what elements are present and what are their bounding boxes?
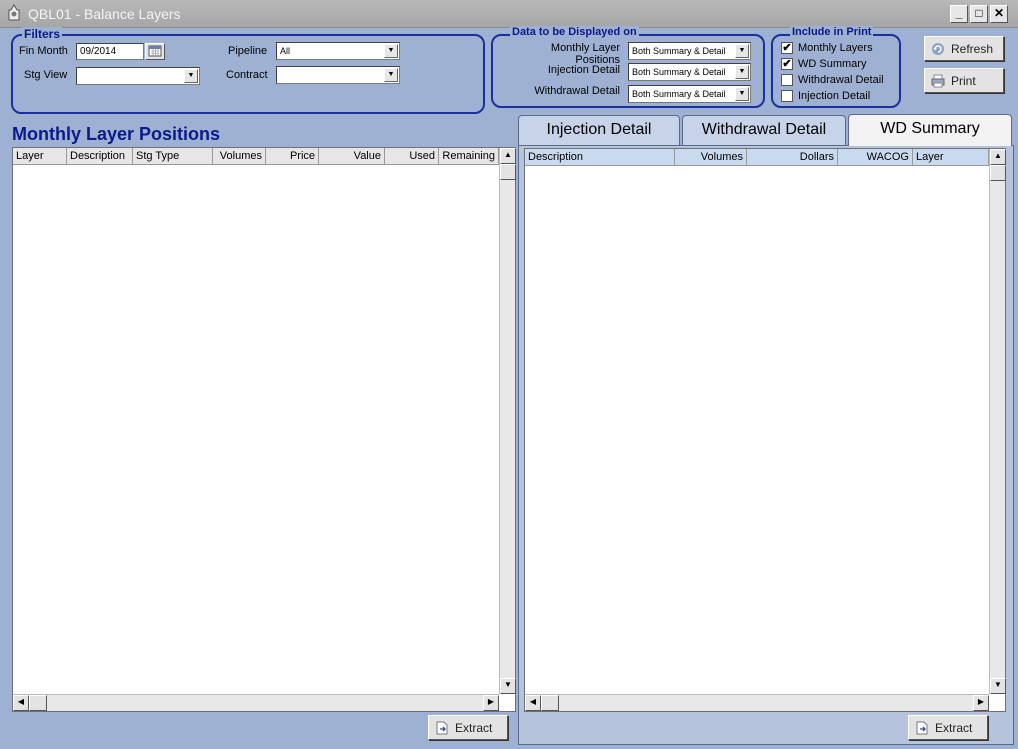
col-used[interactable]: Used xyxy=(385,148,439,165)
scroll-right-icon[interactable]: ▶ xyxy=(483,695,499,711)
contract-select[interactable]: ▼ xyxy=(276,66,400,84)
filters-group-title: Filters xyxy=(22,27,63,41)
display-injection-label: Injection Detail xyxy=(547,64,620,76)
print-withdrawal-detail-label: Withdrawal Detail xyxy=(798,74,884,86)
calendar-button[interactable] xyxy=(145,43,165,60)
print-wd-summary-checkbox[interactable]: ✔ xyxy=(781,58,793,70)
col-remaining[interactable]: Remaining xyxy=(439,148,499,165)
calendar-icon xyxy=(148,45,162,57)
title-bar[interactable]: QBL01 - Balance Layers _ □ ✕ xyxy=(0,0,1018,28)
display-monthly-select[interactable]: Both Summary & Detail ▼ xyxy=(628,42,751,60)
scroll-right-icon[interactable]: ▶ xyxy=(973,695,989,711)
fin-month-label: Fin Month xyxy=(19,45,68,57)
print-injection-detail-label: Injection Detail xyxy=(798,90,871,102)
pipeline-label: Pipeline xyxy=(228,45,268,57)
display-withdrawal-label: Withdrawal Detail xyxy=(534,85,620,97)
display-injection-select[interactable]: Both Summary & Detail ▼ xyxy=(628,63,751,81)
chevron-down-icon[interactable]: ▼ xyxy=(384,68,398,82)
chevron-down-icon[interactable]: ▼ xyxy=(184,69,198,83)
monthly-layer-grid[interactable]: Layer Description Stg Type Volumes Price… xyxy=(12,147,516,712)
refresh-icon xyxy=(932,43,944,55)
app-icon xyxy=(8,4,20,21)
col-value[interactable]: Value xyxy=(319,148,385,165)
contract-label: Contract xyxy=(226,69,268,81)
print-group-title: Include in Print xyxy=(790,26,874,38)
scroll-up-icon[interactable]: ▲ xyxy=(990,149,1006,165)
display-monthly-label: Monthly Layer Positions xyxy=(550,42,620,66)
print-wd-summary-label: WD Summary xyxy=(798,58,867,70)
stg-view-label: Stg View xyxy=(24,69,68,81)
wd-summary-grid[interactable]: Description Volumes Dollars WACOG Layer … xyxy=(524,148,1006,712)
print-label: Print xyxy=(951,74,976,88)
col-dollars[interactable]: Dollars xyxy=(747,149,838,166)
col-volumes[interactable]: Volumes xyxy=(213,148,266,165)
fin-month-input[interactable]: 09/2014 xyxy=(76,43,144,60)
left-extract-button[interactable]: Extract xyxy=(428,715,508,740)
col-volumes[interactable]: Volumes xyxy=(675,149,747,166)
refresh-button[interactable]: Refresh xyxy=(924,36,1004,61)
refresh-label: Refresh xyxy=(951,42,994,56)
scroll-down-icon[interactable]: ▼ xyxy=(500,678,516,694)
window-title: QBL01 - Balance Layers xyxy=(28,6,181,22)
left-horizontal-scrollbar[interactable]: ◀ ▶ xyxy=(13,694,499,711)
stg-view-select[interactable]: ▼ xyxy=(76,67,200,85)
scroll-left-icon[interactable]: ◀ xyxy=(525,695,541,711)
document-export-icon xyxy=(436,721,448,735)
col-layer[interactable]: Layer xyxy=(13,148,67,165)
scroll-left-icon[interactable]: ◀ xyxy=(13,695,29,711)
display-group-title: Data to be Displayed on xyxy=(510,26,639,38)
tab-injection-detail[interactable]: Injection Detail xyxy=(518,115,680,145)
display-withdrawal-value: Both Summary & Detail xyxy=(632,89,726,99)
tab-withdrawal-detail[interactable]: Withdrawal Detail xyxy=(682,115,846,145)
scroll-thumb[interactable] xyxy=(29,695,47,711)
print-monthly-layers-checkbox[interactable]: ✔ xyxy=(781,42,793,54)
close-button[interactable]: ✕ xyxy=(990,5,1008,23)
tab-wd-summary[interactable]: WD Summary xyxy=(848,114,1012,146)
extract-label: Extract xyxy=(935,721,973,735)
scroll-thumb[interactable] xyxy=(541,695,559,711)
left-vertical-scrollbar[interactable]: ▲ ▼ xyxy=(499,148,516,694)
col-layer[interactable]: Layer xyxy=(913,149,989,166)
right-horizontal-scrollbar[interactable]: ◀ ▶ xyxy=(525,694,989,711)
col-price[interactable]: Price xyxy=(266,148,319,165)
scroll-up-icon[interactable]: ▲ xyxy=(500,148,516,164)
extract-label: Extract xyxy=(455,721,493,735)
col-stg-type[interactable]: Stg Type xyxy=(133,148,213,165)
col-description[interactable]: Description xyxy=(525,149,675,166)
col-description[interactable]: Description xyxy=(67,148,133,165)
pipeline-value: All xyxy=(280,46,291,56)
scroll-thumb[interactable] xyxy=(990,165,1006,181)
col-wacog[interactable]: WACOG xyxy=(838,149,913,166)
printer-icon xyxy=(931,74,945,88)
display-injection-value: Both Summary & Detail xyxy=(632,67,726,77)
display-withdrawal-select[interactable]: Both Summary & Detail ▼ xyxy=(628,85,751,103)
chevron-down-icon[interactable]: ▼ xyxy=(384,44,398,58)
print-withdrawal-detail-checkbox[interactable] xyxy=(781,74,793,86)
maximize-button[interactable]: □ xyxy=(970,5,988,23)
right-vertical-scrollbar[interactable]: ▲ ▼ xyxy=(989,149,1006,694)
print-button[interactable]: Print xyxy=(924,68,1004,93)
minimize-button[interactable]: _ xyxy=(950,5,968,23)
scroll-down-icon[interactable]: ▼ xyxy=(990,678,1006,694)
print-injection-detail-checkbox[interactable] xyxy=(781,90,793,102)
display-monthly-value: Both Summary & Detail xyxy=(632,46,726,56)
pipeline-select[interactable]: All ▼ xyxy=(276,42,400,60)
chevron-down-icon[interactable]: ▼ xyxy=(735,65,749,79)
document-export-icon xyxy=(916,721,928,735)
scroll-thumb[interactable] xyxy=(500,164,516,180)
chevron-down-icon[interactable]: ▼ xyxy=(735,44,749,58)
print-monthly-layers-label: Monthly Layers xyxy=(798,42,873,54)
chevron-down-icon[interactable]: ▼ xyxy=(735,87,749,101)
right-extract-button[interactable]: Extract xyxy=(908,715,988,740)
monthly-layer-positions-heading: Monthly Layer Positions xyxy=(12,124,221,144)
